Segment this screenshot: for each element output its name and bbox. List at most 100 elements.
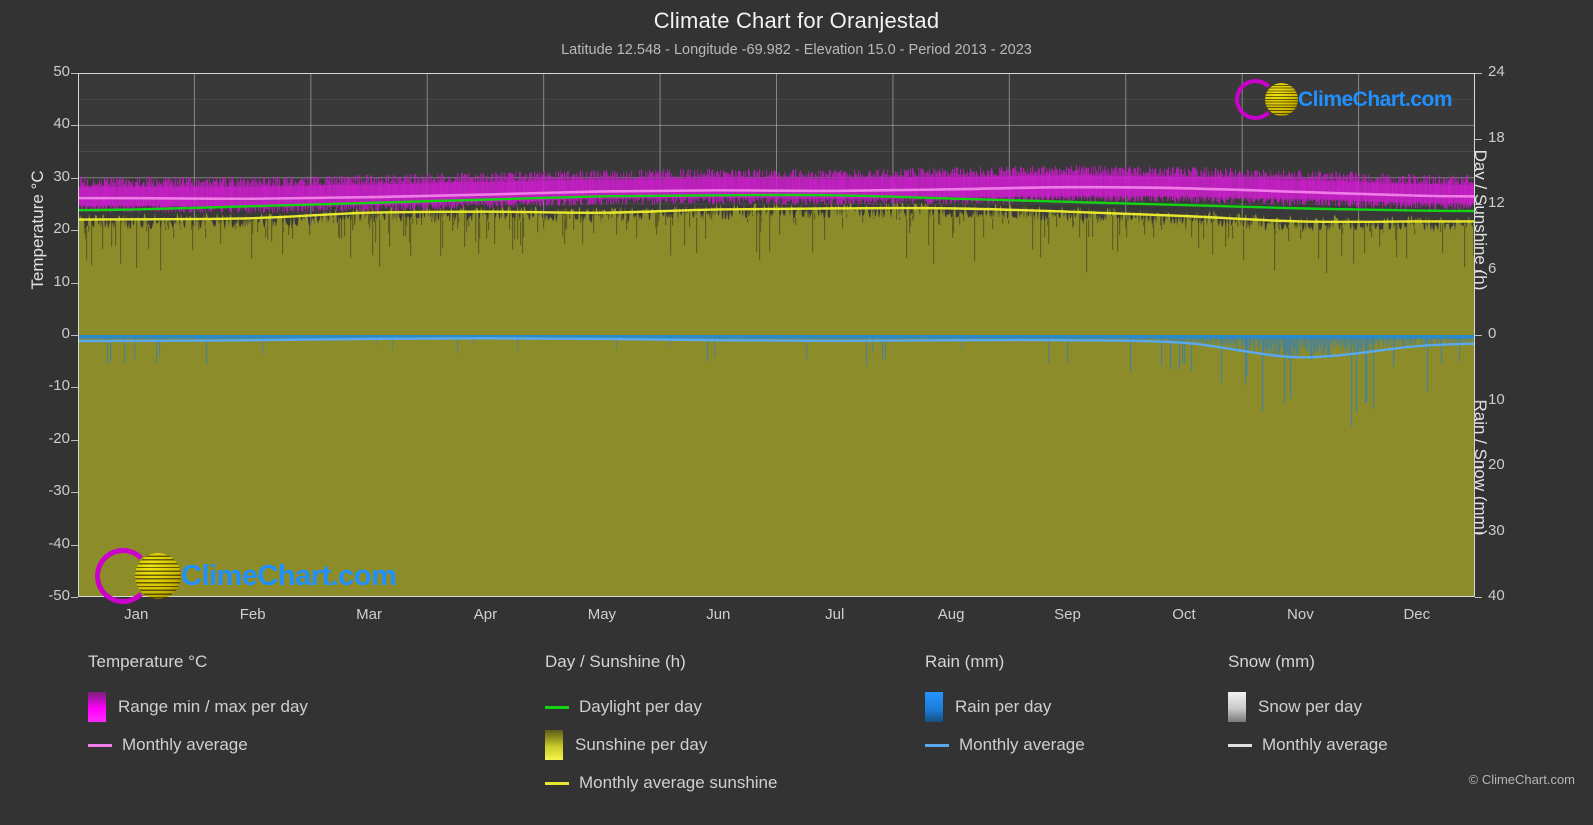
- legend-item-label: Monthly average: [122, 735, 248, 754]
- left-tick-mark: [71, 492, 78, 494]
- x-tick-label: Apr: [473, 606, 498, 623]
- left-tick-mark: [71, 177, 78, 179]
- legend-column-title: Temperature °C: [88, 652, 208, 671]
- legend-column-day-sunshine-h: Day / Sunshine (h) Daylight per day Sunshi…: [545, 652, 777, 802]
- left-tick-label: -10: [48, 377, 70, 395]
- left-tick-label: -20: [48, 429, 70, 447]
- legend-item[interactable]: Range min / max per day: [88, 688, 308, 726]
- left-tick-mark: [71, 125, 78, 127]
- left-tick-mark: [71, 597, 78, 598]
- left-tick-label: 10: [53, 272, 70, 290]
- left-tick-label: 0: [61, 325, 70, 342]
- right-tick-mark: [1475, 269, 1482, 271]
- right-tick-mark: [1475, 531, 1482, 533]
- left-tick-label: 30: [53, 167, 70, 185]
- right-tick-mark: [1475, 466, 1482, 467]
- legend-item-label: Range min / max per day: [118, 697, 308, 716]
- legend-item[interactable]: Daylight per day: [545, 688, 777, 726]
- plot-area: [78, 73, 1475, 597]
- left-tick-label: -50: [48, 587, 70, 604]
- legend-item[interactable]: Sunshine per day: [545, 726, 777, 764]
- logo-text: ClimeChart.com: [1298, 87, 1453, 111]
- legend-line-icon: [925, 743, 949, 747]
- left-tick-mark: [71, 439, 78, 441]
- legend-item-label: Snow per day: [1258, 697, 1362, 716]
- x-tick-label: Sep: [1054, 606, 1081, 623]
- legend-item-label: Monthly average: [1262, 735, 1388, 754]
- x-tick-label: Jan: [124, 606, 149, 623]
- right-tick-mark: [1475, 138, 1482, 140]
- x-tick-label: Feb: [239, 606, 266, 623]
- x-tick-label: Jun: [706, 606, 731, 623]
- legend-column-temperature-c: Temperature °C Range min / max per day Mon…: [88, 652, 308, 764]
- logo-sphere-icon: [1265, 83, 1298, 116]
- legend-swatch-icon: [1228, 692, 1246, 722]
- right-tick-mark: [1475, 73, 1482, 74]
- legend-item-label: Rain per day: [955, 697, 1052, 716]
- right-tick-mark: [1475, 335, 1482, 336]
- left-tick-label: -40: [48, 534, 70, 552]
- legend-swatch-icon: [88, 692, 106, 722]
- legend-item[interactable]: Monthly average: [88, 726, 308, 764]
- x-tick-label: May: [587, 606, 617, 623]
- left-tick-mark: [71, 387, 78, 389]
- right-tick-label-mm: 20: [1488, 456, 1505, 473]
- legend-item-label: Monthly average sunshine: [579, 773, 778, 792]
- x-tick-label: Nov: [1287, 606, 1314, 623]
- legend-column-title: Day / Sunshine (h): [545, 652, 686, 671]
- legend-item[interactable]: Monthly average: [1228, 726, 1388, 764]
- legend-item-label: Sunshine per day: [575, 735, 708, 754]
- right-tick-label-hours: 12: [1488, 194, 1505, 211]
- rain-nearzero-band: [78, 335, 1475, 339]
- logo-text: ClimeChart.com: [181, 559, 397, 592]
- legend-item-label: Monthly average: [959, 735, 1085, 754]
- legend-column-title: Rain (mm): [925, 652, 1005, 671]
- left-tick-label: -30: [48, 482, 70, 500]
- left-tick-mark: [71, 230, 78, 232]
- left-tick-label: 50: [53, 63, 70, 80]
- left-tick-mark: [71, 73, 78, 74]
- legend-item[interactable]: Snow per day: [1228, 688, 1388, 726]
- legend-column-title: Snow (mm): [1228, 652, 1315, 671]
- right-tick-label-hours: 18: [1488, 128, 1505, 146]
- page-title: Climate Chart for Oranjestad: [653, 8, 940, 33]
- copyright-text: © ClimeChart.com: [1468, 772, 1575, 787]
- legend-line-icon: [1228, 743, 1252, 747]
- x-tick-label: Jul: [825, 606, 845, 623]
- right-tick-label-mm: 10: [1488, 390, 1505, 408]
- climate-chart: Climate Chart for Oranjestad Latitude 12…: [0, 0, 1593, 825]
- left-tick-mark: [71, 544, 78, 546]
- legend-line-icon: [545, 705, 569, 709]
- page-subtitle: Latitude 12.548 - Longitude -69.982 - El…: [561, 42, 1032, 58]
- right-tick-label-mm: 30: [1488, 521, 1505, 539]
- plot-canvas: [78, 73, 1475, 597]
- left-tick-label: 20: [53, 220, 70, 238]
- legend-line-icon: [545, 781, 569, 785]
- left-tick-mark: [71, 282, 78, 284]
- left-tick-mark: [71, 335, 78, 336]
- legend-column-rain-mm: Rain (mm) Rain per day Monthly average: [925, 652, 1085, 764]
- sunshine-daily-area: [78, 202, 1475, 597]
- legend-swatch-icon: [925, 692, 943, 722]
- x-tick-label: Aug: [937, 606, 965, 623]
- legend-column-snow-mm: Snow (mm) Snow per day Monthly average: [1228, 652, 1388, 764]
- legend-line-icon: [88, 743, 112, 747]
- legend-item[interactable]: Rain per day: [925, 688, 1085, 726]
- right-tick-label-hours: 24: [1488, 63, 1505, 80]
- legend-item-label: Daylight per day: [579, 697, 702, 716]
- right-tick-label-hours: 0: [1488, 325, 1497, 342]
- right-tick-mark: [1475, 597, 1482, 598]
- climechart-logo-large[interactable]: ClimeChart.com: [95, 548, 397, 604]
- x-tick-label: Oct: [1172, 606, 1196, 623]
- legend-item[interactable]: Monthly average sunshine: [545, 764, 777, 802]
- logo-sphere-icon: [135, 553, 181, 599]
- legend-swatch-icon: [545, 730, 563, 760]
- legend-item[interactable]: Monthly average: [925, 726, 1085, 764]
- climechart-logo-small[interactable]: ClimeChart.com: [1235, 79, 1453, 120]
- x-tick-label: Dec: [1403, 606, 1431, 623]
- right-tick-label-hours: 6: [1488, 259, 1497, 277]
- chart-legend: Temperature °C Range min / max per day Mon…: [0, 652, 1593, 812]
- right-tick-label-mm: 40: [1488, 587, 1505, 604]
- right-tick-mark: [1475, 400, 1482, 402]
- right-tick-mark: [1475, 204, 1482, 205]
